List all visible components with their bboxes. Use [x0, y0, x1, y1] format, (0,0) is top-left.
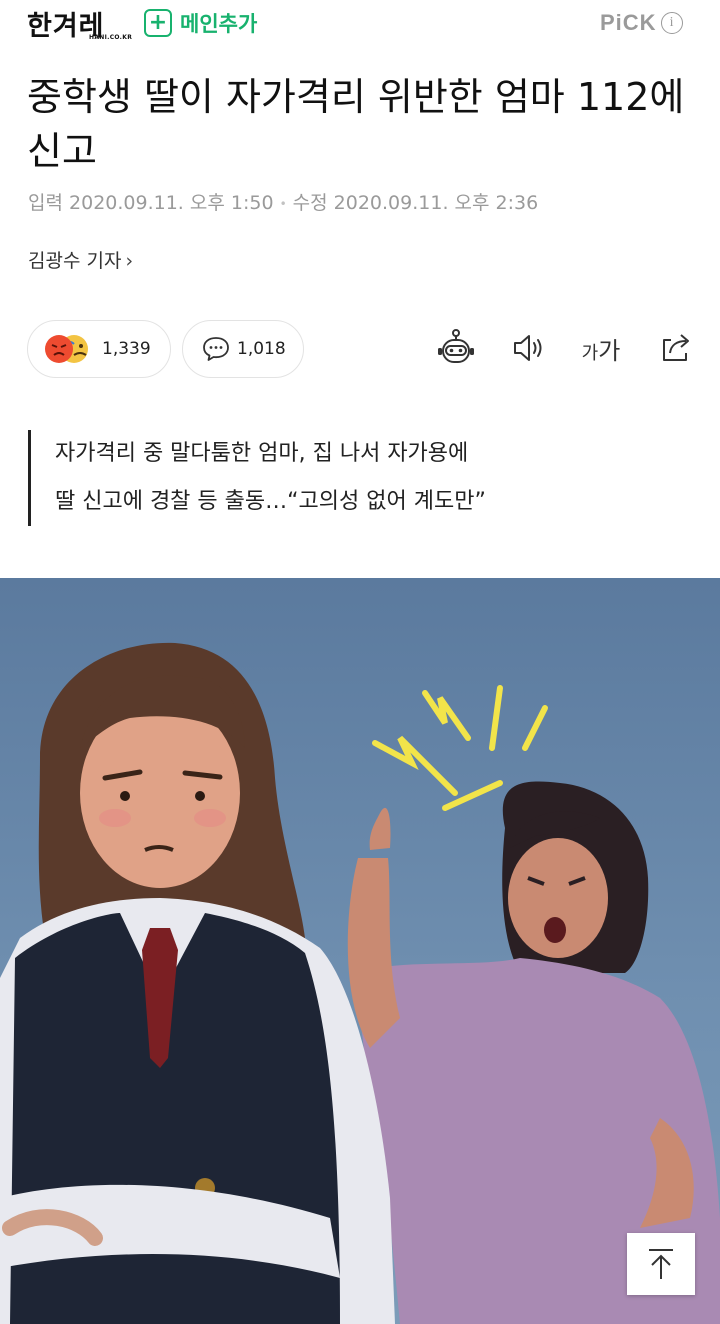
font-big-glyph: 가	[598, 336, 621, 365]
top-bar: 한겨레 HANI.CO.KR + 메인추가 PiCK i	[0, 0, 720, 46]
modified-time: 2020.09.11. 오후 2:36	[333, 192, 539, 214]
meta-separator: •	[279, 196, 287, 211]
pick-label: PiCK	[600, 10, 657, 35]
pick-button[interactable]: PiCK i	[600, 9, 683, 37]
subtitle-line-2: 딸 신고에 경찰 등 출동…“고의성 없어 계도만”	[55, 489, 486, 514]
article-meta: 입력 2020.09.11. 오후 1:50 • 수정 2020.09.11. 오후…	[28, 188, 698, 215]
article-subtitle: 자가격리 중 말다툼한 엄마, 집 나서 자가용에 딸 신고에 경찰 등 출동……	[28, 430, 705, 526]
illustration-image	[0, 578, 720, 1324]
input-time: 2020.09.11. 오후 1:50	[69, 192, 274, 214]
angry-face-icon	[45, 335, 88, 363]
comment-button[interactable]: 1,018	[182, 320, 304, 378]
add-main-label: 메인추가	[180, 12, 258, 36]
reporter-link[interactable]: 김광수 기자 ›	[28, 246, 133, 273]
reaction-button[interactable]: 1,339	[27, 320, 171, 378]
font-size-button[interactable]: 가가	[576, 326, 626, 370]
share-icon	[663, 334, 689, 361]
subtitle-line-1: 자가격리 중 말다툼한 엄마, 집 나서 자가용에	[55, 441, 469, 466]
font-size-icon: 가가	[582, 331, 621, 366]
hankyoreh-logo[interactable]: 한겨레 HANI.CO.KR	[27, 4, 132, 44]
comment-count: 1,018	[237, 339, 286, 359]
input-label: 입력	[28, 192, 63, 214]
plus-icon: +	[144, 9, 172, 37]
speech-bubble-icon	[203, 337, 229, 361]
add-main-button[interactable]: + 메인추가	[144, 7, 257, 39]
arrow-up-icon	[649, 1249, 673, 1279]
robot-summary-icon	[438, 329, 474, 363]
info-icon[interactable]: i	[660, 12, 683, 34]
text-to-speech-button[interactable]	[506, 326, 550, 370]
reporter-name: 김광수 기자	[28, 250, 122, 272]
reaction-count: 1,339	[102, 339, 151, 359]
article-illustration	[0, 578, 720, 1324]
summary-bot-button[interactable]	[434, 326, 478, 370]
article-page: 한겨레 HANI.CO.KR + 메인추가 PiCK i 중학생 딸이 자가격리…	[0, 0, 720, 1324]
chevron-right-icon: ›	[125, 250, 134, 272]
scroll-top-button[interactable]	[627, 1233, 695, 1295]
logo-subtext: HANI.CO.KR	[89, 34, 133, 41]
font-small-glyph: 가	[581, 342, 599, 364]
reaction-emojis	[44, 333, 96, 365]
modified-label: 수정	[292, 192, 328, 214]
article-title: 중학생 딸이 자가격리 위반한 엄마 112에 신고	[27, 75, 685, 173]
speaker-icon	[514, 335, 542, 361]
share-button[interactable]	[654, 326, 698, 370]
